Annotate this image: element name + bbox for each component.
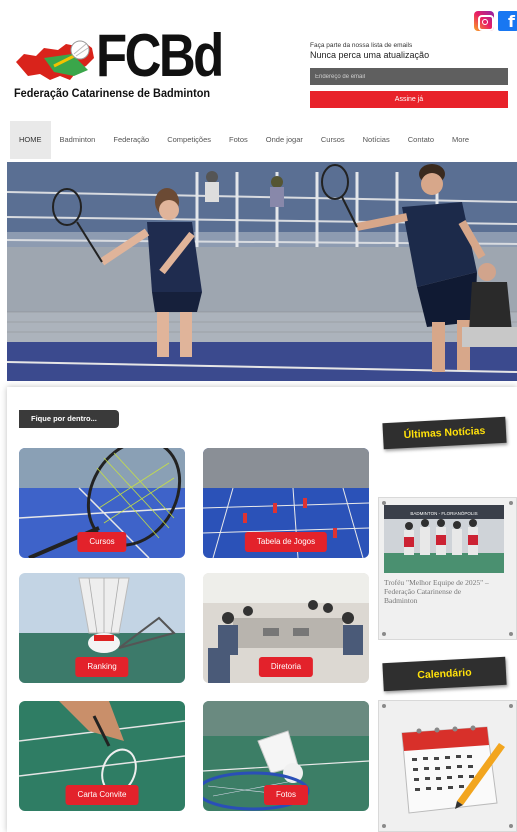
- tile-ranking[interactable]: Ranking: [19, 573, 185, 683]
- facebook-icon[interactable]: f: [498, 11, 517, 31]
- nav-item-federacao[interactable]: Federação: [104, 121, 158, 159]
- news-card[interactable]: BADMINTON - FLORIANÓPOLIS Troféu "Melhor…: [378, 497, 517, 640]
- santa-catarina-map-logo-icon: [16, 40, 94, 80]
- pin-icon: [509, 824, 513, 828]
- email-input[interactable]: [310, 68, 508, 85]
- logo-wordmark: FCBd: [96, 22, 224, 89]
- nav-item-fotos[interactable]: Fotos: [220, 121, 257, 159]
- pin-icon: [509, 632, 513, 636]
- calendar-icon[interactable]: [387, 713, 507, 821]
- pin-icon: [509, 704, 513, 708]
- tile-tabela-de-jogos[interactable]: Tabela de Jogos: [203, 448, 369, 558]
- nav-item-cursos[interactable]: Cursos: [312, 121, 354, 159]
- fotos-button[interactable]: Fotos: [263, 785, 309, 805]
- pin-icon: [509, 501, 513, 505]
- logo-subtitle: Federação Catarinense de Badminton: [14, 88, 211, 100]
- nav-item-competicoes[interactable]: Competições: [158, 121, 220, 159]
- instagram-icon[interactable]: [474, 11, 494, 31]
- tabela-de-jogos-button[interactable]: Tabela de Jogos: [244, 532, 328, 552]
- nav-item-home[interactable]: HOME: [10, 121, 51, 159]
- nav-item-badminton[interactable]: Badminton: [51, 121, 105, 159]
- fique-por-dentro-label: Fique por dentro...: [19, 410, 119, 428]
- newsletter-headline: Nunca perca uma atualização: [310, 50, 430, 60]
- newsletter-small-text: Faça parte da nossa lista de emails: [310, 42, 413, 49]
- news-thumbnail[interactable]: BADMINTON - FLORIANÓPOLIS: [384, 505, 504, 573]
- tile-diretoria[interactable]: Diretoria: [203, 573, 369, 683]
- news-banner-text: BADMINTON - FLORIANÓPOLIS: [410, 510, 477, 516]
- pin-icon: [382, 824, 386, 828]
- nav-item-onde-jogar[interactable]: Onde jogar: [257, 121, 312, 159]
- main-nav: HOME Badminton Federação Competições Fot…: [10, 121, 507, 159]
- tile-carta-convite[interactable]: Carta Convite: [19, 701, 185, 811]
- nav-item-noticias[interactable]: Notícias: [354, 121, 399, 159]
- diretoria-button[interactable]: Diretoria: [258, 657, 314, 677]
- hero-image: [7, 162, 517, 381]
- tile-fotos[interactable]: Fotos: [203, 701, 369, 811]
- social-links: f: [474, 11, 517, 31]
- pin-icon: [382, 704, 386, 708]
- cursos-button[interactable]: Cursos: [77, 532, 127, 552]
- newsletter-signup: Faça parte da nossa lista de emails Nunc…: [310, 42, 508, 108]
- nav-item-contato[interactable]: Contato: [399, 121, 443, 159]
- ranking-button[interactable]: Ranking: [75, 657, 129, 677]
- tile-cursos[interactable]: Cursos: [19, 448, 185, 558]
- calendar-card[interactable]: [378, 700, 517, 832]
- fcbd-logo[interactable]: FCBd Federação Catarinense de Badminton: [14, 26, 224, 104]
- nav-item-more[interactable]: More: [443, 121, 478, 159]
- subscribe-button[interactable]: Assine já: [310, 91, 508, 108]
- carta-convite-button[interactable]: Carta Convite: [65, 785, 139, 805]
- pin-icon: [382, 632, 386, 636]
- news-caption[interactable]: Troféu "Melhor Equipe de 2025" – Federaç…: [384, 578, 494, 605]
